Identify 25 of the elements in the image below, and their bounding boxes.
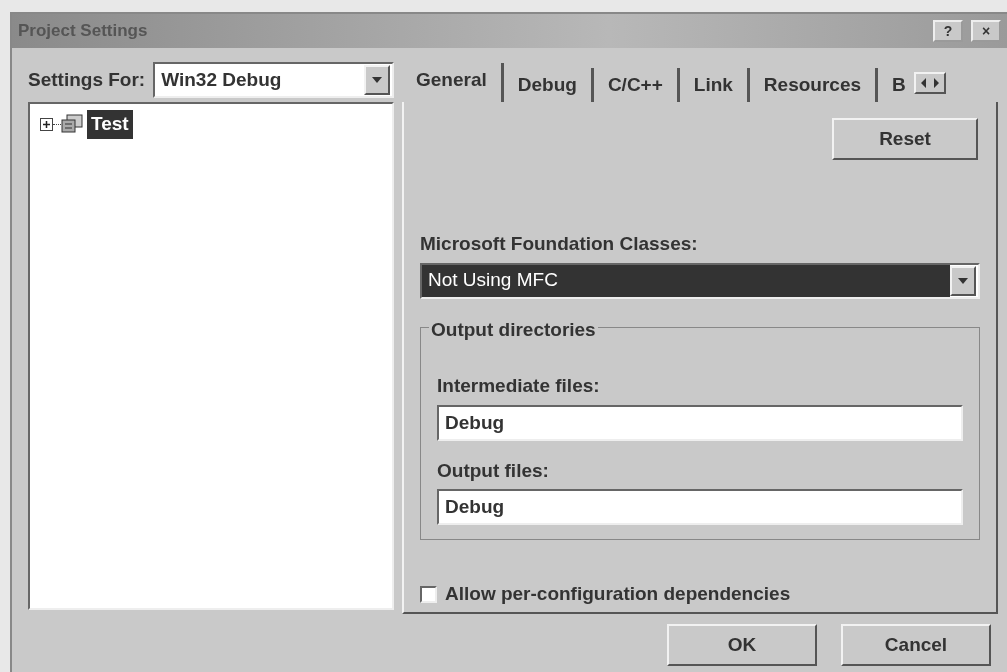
ok-button[interactable]: OK <box>667 624 817 666</box>
tab[interactable]: B <box>878 67 910 102</box>
tab[interactable]: Resources <box>749 67 879 102</box>
reset-button[interactable]: Reset <box>832 118 978 160</box>
help-button[interactable]: ? <box>933 20 963 42</box>
field-label: Intermediate files: <box>437 374 601 398</box>
text-field[interactable]: Debug <box>437 489 963 525</box>
tab-scroll-arrows-icon[interactable] <box>913 72 946 94</box>
checkbox-label: Allow per-configuration dependencies <box>445 582 791 606</box>
checkbox[interactable] <box>420 585 437 603</box>
window-title: Project Settings <box>18 20 148 43</box>
tab[interactable]: Link <box>679 67 750 102</box>
tab[interactable]: Debug <box>503 67 594 102</box>
project-icon <box>61 114 83 135</box>
close-button[interactable]: × <box>971 20 1001 42</box>
configuration-dropdown[interactable]: Win32 Debug <box>153 62 394 98</box>
expand-icon[interactable] <box>40 117 53 131</box>
field-label: Output files: <box>437 458 550 483</box>
settings-for-label: Settings For: <box>28 67 146 92</box>
tab[interactable]: C/C++ <box>593 67 680 102</box>
mfc-label: Microsoft Foundation Classes: <box>420 232 699 256</box>
mfc-dropdown[interactable]: Not Using MFC <box>420 262 980 299</box>
tree-item[interactable]: Test <box>87 110 133 139</box>
text-field[interactable]: Debug <box>437 404 963 441</box>
cancel-button[interactable]: Cancel <box>841 624 991 666</box>
